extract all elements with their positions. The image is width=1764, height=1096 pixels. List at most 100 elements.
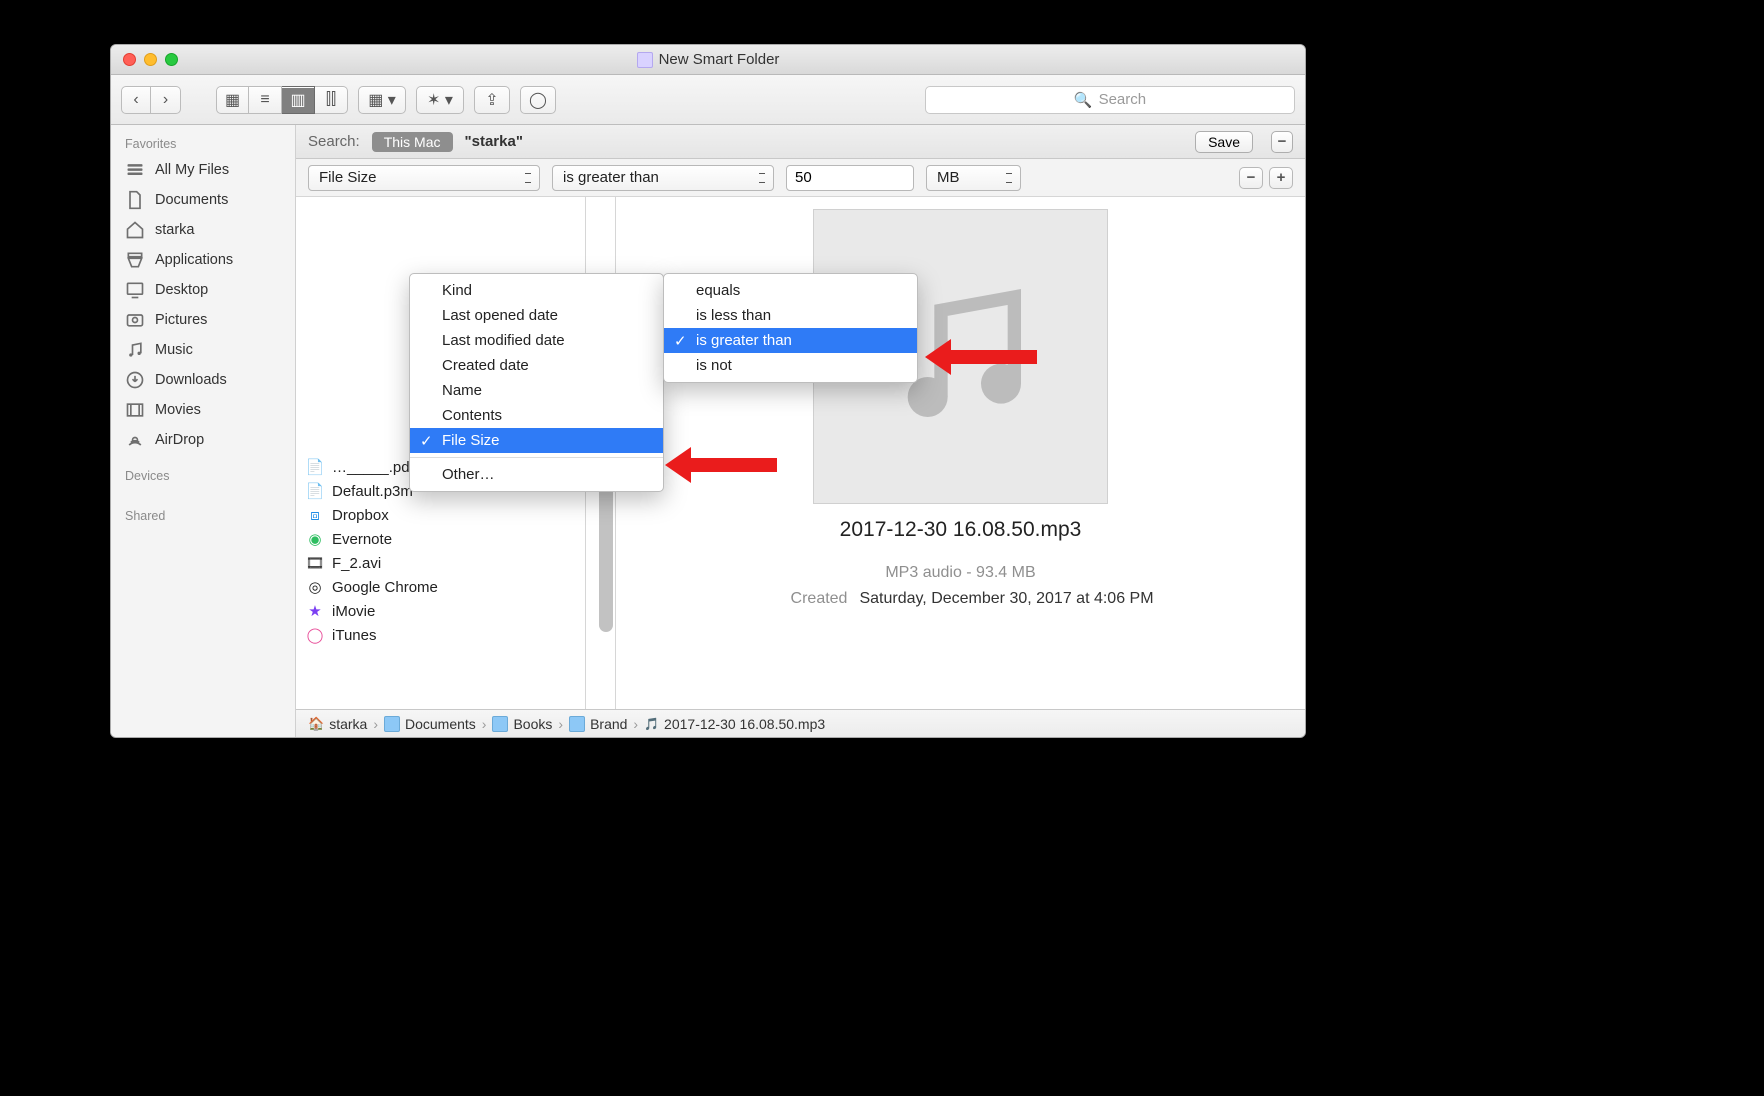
criteria-attribute-label: File Size: [319, 169, 377, 186]
scope-this-mac[interactable]: This Mac: [372, 132, 453, 152]
search-icon: 🔍: [1074, 91, 1093, 109]
file-icon: 📄: [306, 482, 324, 500]
sidebar-item-label: starka: [155, 222, 195, 238]
criteria-value-input[interactable]: [786, 165, 914, 191]
evernote-icon: ◉: [306, 530, 324, 548]
sidebar-section-favorites: Favorites: [111, 133, 295, 155]
view-mode-group: ▦ ≡ ▥ ⫿⫿: [216, 86, 348, 114]
path-bar: 🏠starka› Documents› Books› Brand› 🎵2017-…: [296, 709, 1305, 737]
annotation-arrow: [685, 458, 777, 472]
sidebar-item-label: Downloads: [155, 372, 227, 388]
path-item[interactable]: Books: [492, 716, 552, 732]
sidebar-item-pictures[interactable]: Pictures: [111, 305, 295, 335]
minimize-button[interactable]: [144, 53, 157, 66]
preview-filename: 2017-12-30 16.08.50.mp3: [840, 518, 1082, 542]
sidebar-item-label: Music: [155, 342, 193, 358]
sidebar-item-label: Applications: [155, 252, 233, 268]
view-columns-button[interactable]: ▥: [282, 86, 315, 114]
tags-button[interactable]: ◯: [520, 86, 556, 114]
path-item[interactable]: 🏠starka: [308, 716, 367, 732]
criteria-attribute-popup[interactable]: File Size: [308, 165, 540, 191]
remove-criteria-button[interactable]: −: [1239, 167, 1263, 189]
path-item[interactable]: 🎵2017-12-30 16.08.50.mp3: [644, 716, 825, 732]
close-button[interactable]: [123, 53, 136, 66]
comparator-dropdown-menu: equals is less than is greater than is n…: [663, 273, 918, 383]
sidebar-item-applications[interactable]: Applications: [111, 245, 295, 275]
menu-item[interactable]: Last modified date: [410, 328, 663, 353]
criteria-unit-popup[interactable]: MB: [926, 165, 1021, 191]
remove-scope-button[interactable]: −: [1271, 131, 1293, 153]
forward-button[interactable]: ›: [151, 86, 181, 114]
sidebar-item-airdrop[interactable]: AirDrop: [111, 425, 295, 455]
list-item: ★iMovie: [296, 599, 585, 623]
share-button[interactable]: ⇪: [474, 86, 510, 114]
documents-icon: [125, 190, 145, 210]
search-label: Search:: [308, 133, 360, 150]
list-item: ◉Evernote: [296, 527, 585, 551]
view-list-button[interactable]: ≡: [249, 86, 282, 114]
sidebar-item-movies[interactable]: Movies: [111, 395, 295, 425]
movies-icon: [125, 400, 145, 420]
menu-item[interactable]: Name: [410, 378, 663, 403]
menu-item[interactable]: is less than: [664, 303, 917, 328]
criteria-comparator-label: is greater than: [563, 169, 659, 186]
zoom-button[interactable]: [165, 53, 178, 66]
menu-item[interactable]: equals: [664, 278, 917, 303]
sidebar-item-desktop[interactable]: Desktop: [111, 275, 295, 305]
save-button[interactable]: Save: [1195, 131, 1253, 153]
airdrop-icon: [125, 430, 145, 450]
sidebar-item-label: AirDrop: [155, 432, 204, 448]
criteria-row: File Size is greater than MB − +: [296, 159, 1305, 197]
folder-icon: [384, 716, 400, 732]
menu-item[interactable]: is not: [664, 353, 917, 378]
scope-folder[interactable]: "starka": [465, 133, 523, 150]
menu-item[interactable]: Created date: [410, 353, 663, 378]
folder-icon: [492, 716, 508, 732]
annotation-arrow: [945, 350, 1037, 364]
view-coverflow-button[interactable]: ⫿⫿: [315, 86, 348, 114]
menu-item-other[interactable]: Other…: [410, 462, 663, 487]
video-icon: 🎞: [306, 554, 324, 572]
add-criteria-button[interactable]: +: [1269, 167, 1293, 189]
toolbar: ‹ › ▦ ≡ ▥ ⫿⫿ ▦ ▾ ✶ ▾ ⇪ ◯ 🔍 Search: [111, 75, 1305, 125]
back-button[interactable]: ‹: [121, 86, 151, 114]
menu-item[interactable]: Last opened date: [410, 303, 663, 328]
sidebar-item-documents[interactable]: Documents: [111, 185, 295, 215]
action-button[interactable]: ✶ ▾: [416, 86, 464, 114]
list-item: ◯iTunes: [296, 623, 585, 647]
itunes-icon: ◯: [306, 626, 324, 644]
sidebar-section-shared: Shared: [111, 505, 295, 527]
desktop-icon: [125, 280, 145, 300]
sidebar-item-music[interactable]: Music: [111, 335, 295, 365]
criteria-comparator-popup[interactable]: is greater than: [552, 165, 774, 191]
applications-icon: [125, 250, 145, 270]
sidebar-item-home[interactable]: starka: [111, 215, 295, 245]
window-title: New Smart Folder: [659, 51, 780, 68]
search-field[interactable]: 🔍 Search: [925, 86, 1295, 114]
dropbox-icon: ⧈: [306, 506, 324, 524]
all-my-files-icon: [125, 160, 145, 180]
sidebar-item-label: Pictures: [155, 312, 207, 328]
view-icons-button[interactable]: ▦: [216, 86, 249, 114]
sidebar-item-label: Desktop: [155, 282, 208, 298]
titlebar: New Smart Folder: [111, 45, 1305, 75]
arrange-button[interactable]: ▦ ▾: [358, 86, 406, 114]
downloads-icon: [125, 370, 145, 390]
home-icon: [125, 220, 145, 240]
menu-item-selected[interactable]: is greater than: [664, 328, 917, 353]
pdf-icon: 📄: [306, 458, 324, 476]
list-item: ◎Google Chrome: [296, 575, 585, 599]
chrome-icon: ◎: [306, 578, 324, 596]
finder-window: New Smart Folder ‹ › ▦ ≡ ▥ ⫿⫿ ▦ ▾ ✶ ▾ ⇪ …: [110, 44, 1306, 738]
list-item: ⧈Dropbox: [296, 503, 585, 527]
criteria-unit-label: MB: [937, 169, 960, 186]
sidebar-item-downloads[interactable]: Downloads: [111, 365, 295, 395]
menu-item[interactable]: Contents: [410, 403, 663, 428]
sidebar-item-label: All My Files: [155, 162, 229, 178]
menu-item[interactable]: Kind: [410, 278, 663, 303]
menu-item-selected[interactable]: File Size: [410, 428, 663, 453]
folder-icon: [569, 716, 585, 732]
sidebar-item-all-my-files[interactable]: All My Files: [111, 155, 295, 185]
path-item[interactable]: Brand: [569, 716, 627, 732]
path-item[interactable]: Documents: [384, 716, 476, 732]
